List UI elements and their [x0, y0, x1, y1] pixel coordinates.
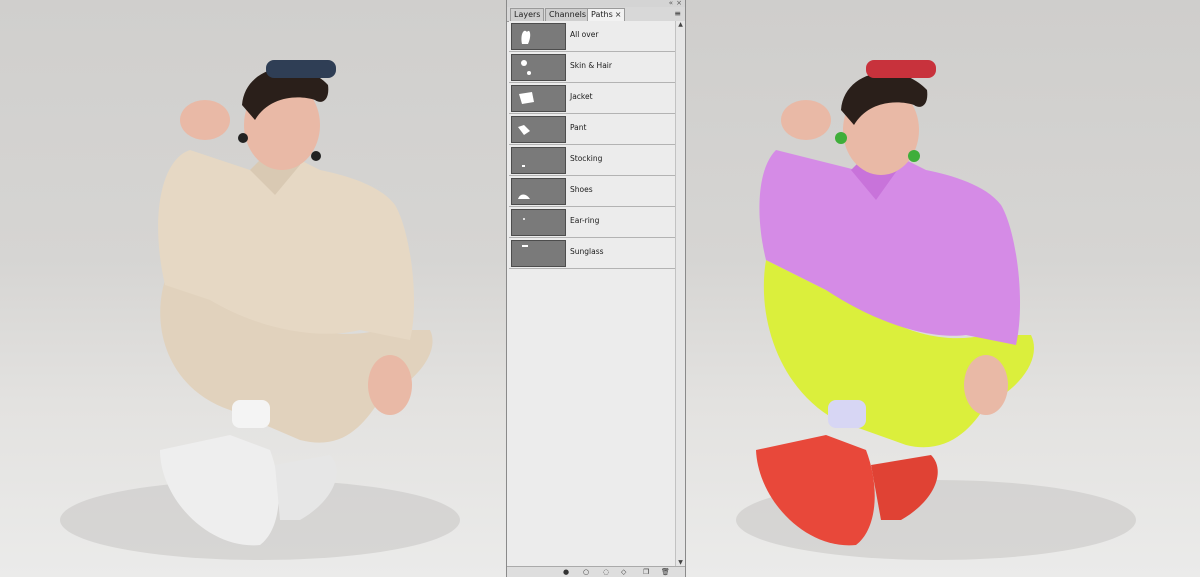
path-row-ear-ring[interactable]: Ear-ring [509, 207, 675, 238]
path-thumbnail [511, 240, 566, 267]
path-row-sunglass[interactable]: Sunglass [509, 238, 675, 269]
path-shape-icon [518, 194, 530, 199]
tab-channels-label: Channels [549, 10, 587, 19]
path-row-skin-hair[interactable]: Skin & Hair [509, 52, 675, 83]
panel-tab-bar: Layers Channels Paths × ≡ [507, 7, 685, 22]
load-selection-icon[interactable]: ◌ [603, 568, 609, 576]
stroke-path-icon[interactable]: ○ [583, 568, 589, 576]
vertical-scrollbar[interactable]: ▲ ▼ [675, 21, 685, 567]
tab-paths-label: Paths [591, 10, 613, 19]
path-name: Sunglass [570, 247, 604, 256]
path-shape-icon [519, 92, 534, 104]
delete-path-icon[interactable]: 🗑 [661, 568, 670, 576]
path-name: Stocking [570, 154, 603, 163]
collapse-icon[interactable]: « [669, 0, 673, 7]
path-name: Pant [570, 123, 587, 132]
make-work-path-icon[interactable]: ◇ [621, 568, 626, 576]
path-shape-icon [518, 125, 530, 135]
path-row-jacket[interactable]: Jacket [509, 83, 675, 114]
path-shape-icon [521, 60, 531, 75]
path-shape-icon [523, 218, 525, 220]
path-row-stocking[interactable]: Stocking [509, 145, 675, 176]
original-photo-art [60, 60, 460, 560]
close-tab-icon[interactable]: × [615, 10, 622, 19]
close-panel-icon[interactable]: × [676, 0, 682, 7]
paths-panel: « × Layers Channels Paths × ≡ All over Sk… [506, 0, 686, 577]
edited-photo [686, 0, 1200, 577]
path-shape-icon [521, 30, 531, 44]
path-name: Jacket [570, 92, 593, 101]
panel-bottom-bar: ● ○ ◌ ◇ ❐ 🗑 [507, 566, 685, 577]
path-row-pant[interactable]: Pant [509, 114, 675, 145]
path-thumbnail [511, 178, 566, 205]
tab-layers[interactable]: Layers [510, 8, 545, 21]
path-shape-icon [522, 245, 528, 247]
original-photo [0, 0, 506, 577]
path-thumbnail [511, 85, 566, 112]
path-thumbnail [511, 54, 566, 81]
path-name: Skin & Hair [570, 61, 612, 70]
tab-paths[interactable]: Paths × [587, 8, 626, 22]
path-row-shoes[interactable]: Shoes [509, 176, 675, 207]
new-path-icon[interactable]: ❐ [643, 568, 649, 576]
paths-list: All over Skin & Hair Jacket Pant Stockin… [509, 21, 675, 269]
path-thumbnail [511, 116, 566, 143]
scroll-up-icon[interactable]: ▲ [676, 21, 685, 29]
fill-path-icon[interactable]: ● [563, 568, 569, 576]
path-name: Shoes [570, 185, 593, 194]
path-thumbnail [511, 23, 566, 50]
path-thumbnail [511, 209, 566, 236]
path-row-all-over[interactable]: All over [509, 21, 675, 52]
path-shape-icon [522, 165, 525, 167]
path-name: Ear-ring [570, 216, 600, 225]
edited-photo-art [736, 60, 1136, 560]
path-thumbnail [511, 147, 566, 174]
tab-channels[interactable]: Channels [545, 8, 591, 21]
tab-layers-label: Layers [514, 10, 541, 19]
path-name: All over [570, 30, 599, 39]
panel-menu-icon[interactable]: ≡ [674, 9, 681, 19]
